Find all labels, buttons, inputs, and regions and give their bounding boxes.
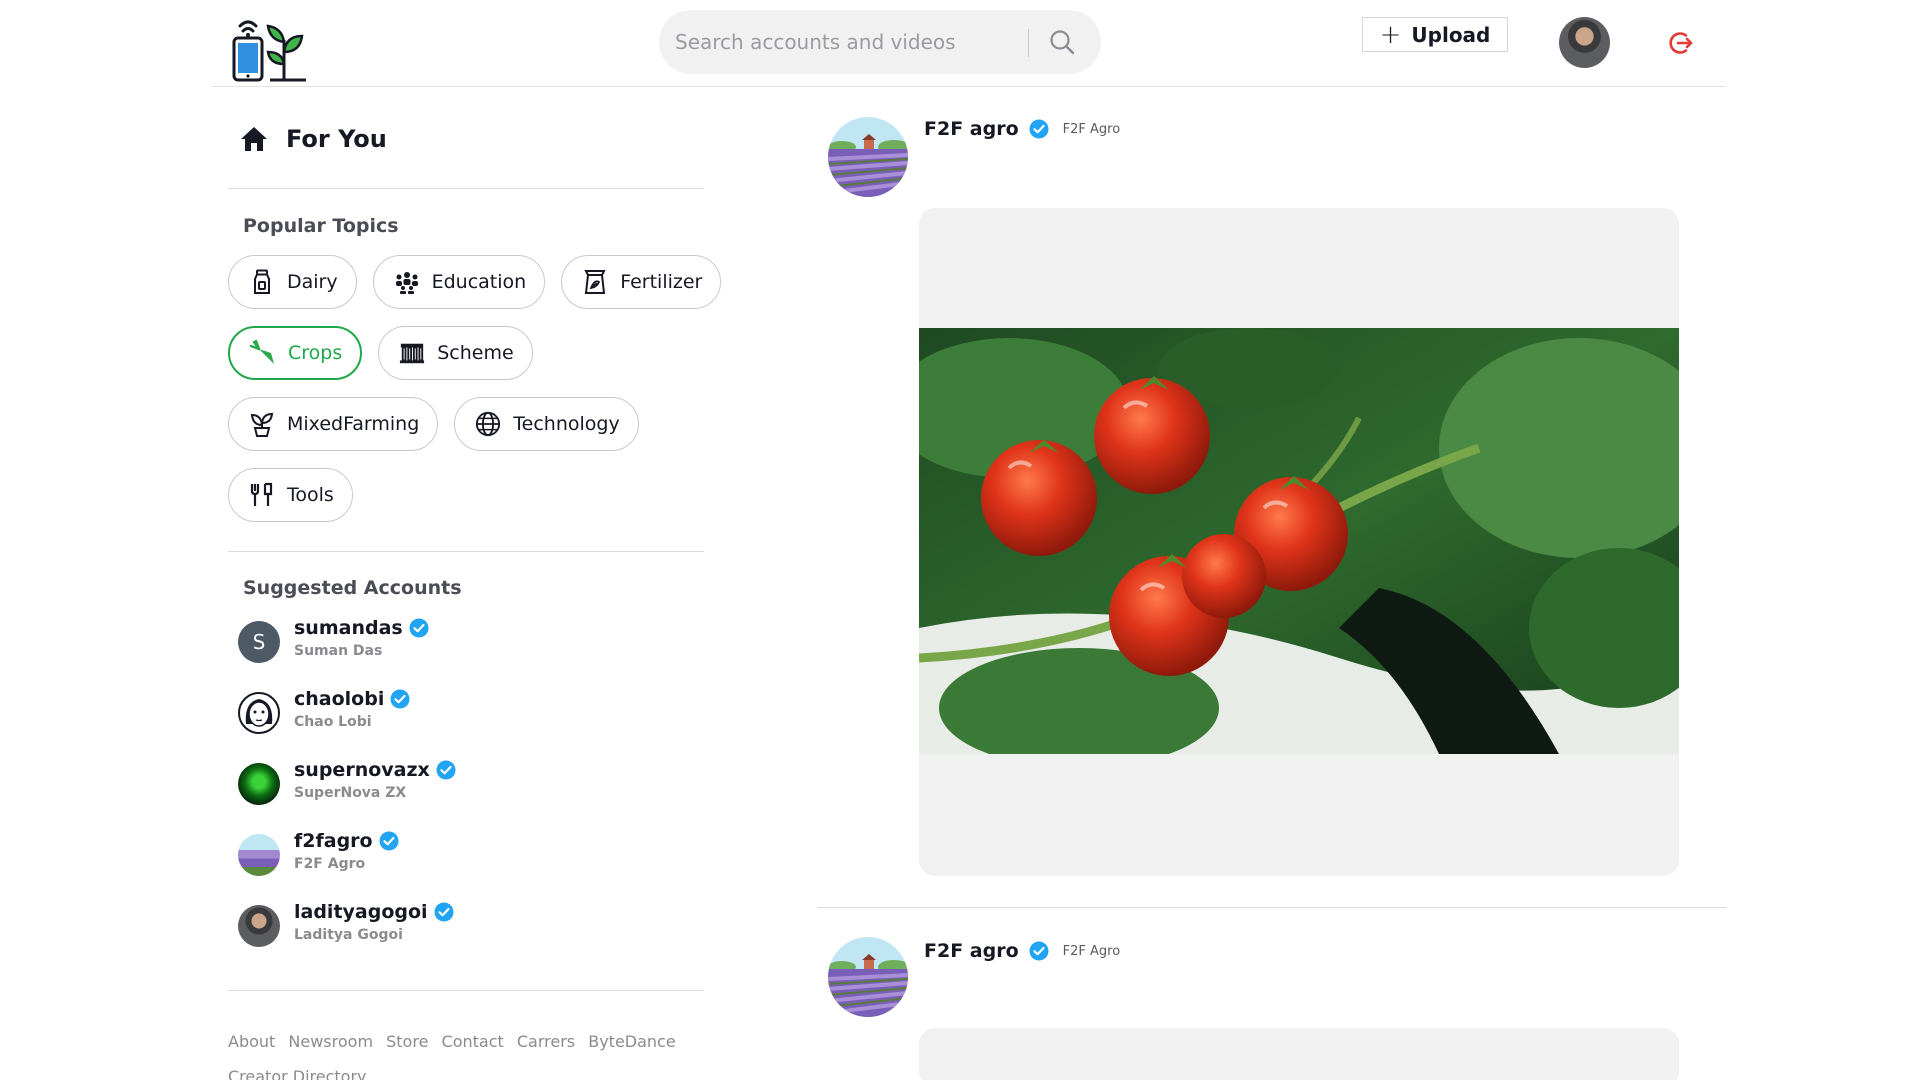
- search-icon[interactable]: [1044, 24, 1080, 60]
- account-fullname: Laditya Gogoi: [294, 927, 403, 943]
- post-divider: [818, 907, 1726, 908]
- carrot-icon: [250, 340, 276, 366]
- avatar: [238, 834, 280, 876]
- suggested-accounts-title: Suggested Accounts: [243, 577, 462, 599]
- account-username: sumandas: [294, 617, 403, 639]
- footer-link-contact[interactable]: Contact: [442, 1032, 504, 1051]
- verified-badge-icon: [409, 618, 429, 638]
- topic-label: Technology: [513, 413, 620, 435]
- plus-icon: +: [1379, 19, 1402, 50]
- post-fullname: F2F Agro: [1062, 943, 1121, 959]
- video-player[interactable]: [919, 1028, 1679, 1080]
- video-feed: F2F agro F2F Agro F2F agro F2F Agro: [818, 87, 1726, 1080]
- topic-label: Fertilizer: [620, 271, 703, 293]
- suggested-account[interactable]: chaolobi Chao Lobi: [238, 688, 698, 759]
- topic-label: Crops: [288, 342, 343, 364]
- verified-badge-icon: [390, 689, 410, 709]
- footer-link-bytedance[interactable]: ByteDance: [588, 1032, 675, 1051]
- upload-button[interactable]: + Upload: [1362, 17, 1508, 52]
- home-icon: [241, 127, 267, 151]
- suggested-account[interactable]: f2fagro F2F Agro: [238, 830, 698, 901]
- verified-badge-icon: [436, 760, 456, 780]
- post-author-avatar[interactable]: [828, 937, 908, 1017]
- sidebar: For You Popular Topics Dairy Education F…: [228, 87, 722, 1080]
- search-input[interactable]: [675, 10, 1020, 74]
- post-author-avatar[interactable]: [828, 117, 908, 197]
- topic-chip-education[interactable]: Education: [372, 255, 546, 309]
- video-player[interactable]: [919, 208, 1679, 876]
- avatar: [238, 905, 280, 947]
- account-username: f2fagro: [294, 830, 373, 852]
- sidebar-divider: [228, 188, 704, 189]
- suggested-account[interactable]: supernovazx SuperNova ZX: [238, 759, 698, 830]
- account-username: supernovazx: [294, 759, 430, 781]
- for-you-nav[interactable]: For You: [240, 117, 387, 161]
- topic-chip-crops[interactable]: Crops: [228, 326, 363, 380]
- topic-label: Education: [431, 271, 527, 293]
- group-people-icon: [394, 269, 420, 295]
- verified-badge-icon: [379, 831, 399, 851]
- verified-badge-icon: [1029, 941, 1049, 961]
- footer-link-newsroom[interactable]: Newsroom: [288, 1032, 373, 1051]
- sidebar-divider: [228, 551, 704, 552]
- topics-list: Dairy Education Fertilizer Crops Scheme: [228, 255, 722, 539]
- topic-chip-dairy[interactable]: Dairy: [228, 255, 357, 309]
- tools-icon: [249, 482, 275, 508]
- topic-label: Scheme: [437, 342, 514, 364]
- suggested-account[interactable]: ladityagogoi Laditya Gogoi: [238, 901, 698, 972]
- footer-link-creator-directory[interactable]: Creator Directory: [228, 1067, 367, 1080]
- search-divider: [1028, 29, 1029, 57]
- popular-topics-title: Popular Topics: [243, 215, 399, 237]
- topic-chip-tools[interactable]: Tools: [228, 468, 353, 522]
- topic-chip-fertilizer[interactable]: Fertilizer: [561, 255, 722, 309]
- account-username: ladityagogoi: [294, 901, 428, 923]
- top-header: + Upload: [212, 0, 1726, 87]
- account-fullname: F2F Agro: [294, 856, 366, 872]
- avatar: S: [238, 621, 280, 663]
- logout-icon[interactable]: [1667, 29, 1695, 57]
- globe-icon: [475, 411, 501, 437]
- post-username[interactable]: F2F agro: [924, 940, 1019, 962]
- post-author: F2F agro F2F Agro: [924, 118, 1120, 140]
- for-you-label: For You: [286, 125, 387, 153]
- verified-badge-icon: [434, 902, 454, 922]
- topic-chip-scheme[interactable]: Scheme: [378, 326, 533, 380]
- topic-label: Dairy: [287, 271, 338, 293]
- avatar: [238, 763, 280, 805]
- upload-label: Upload: [1411, 22, 1491, 47]
- topic-label: MixedFarming: [287, 413, 420, 435]
- government-building-icon: [399, 340, 425, 366]
- suggested-account[interactable]: S sumandas Suman Das: [238, 617, 698, 688]
- account-fullname: Chao Lobi: [294, 714, 372, 730]
- milk-bottle-icon: [249, 269, 275, 295]
- plant-pot-icon: [249, 411, 275, 437]
- cherry-tomatoes-video: [919, 328, 1679, 754]
- footer-link-store[interactable]: Store: [386, 1032, 428, 1051]
- search-bar: [659, 10, 1101, 74]
- footer-link-about[interactable]: About: [228, 1032, 275, 1051]
- suggested-accounts-list: S sumandas Suman Das chaolobi Chao Lobi …: [238, 617, 698, 972]
- footer-links: About Newsroom Store Contact Carrers Byt…: [228, 1024, 704, 1080]
- account-fullname: Suman Das: [294, 643, 383, 659]
- fertilizer-bag-icon: [582, 269, 608, 295]
- avatar: [238, 692, 280, 734]
- post-username[interactable]: F2F agro: [924, 118, 1019, 140]
- topic-chip-mixedfarming[interactable]: MixedFarming: [228, 397, 439, 451]
- topic-label: Tools: [287, 484, 334, 506]
- post-author: F2F agro F2F Agro: [924, 940, 1120, 962]
- account-fullname: SuperNova ZX: [294, 785, 407, 801]
- profile-avatar[interactable]: [1559, 17, 1610, 68]
- footer-link-carrers[interactable]: Carrers: [517, 1032, 575, 1051]
- phone-sprout-logo-icon[interactable]: [230, 12, 310, 84]
- sidebar-divider: [228, 990, 704, 991]
- verified-badge-icon: [1029, 119, 1049, 139]
- account-username: chaolobi: [294, 688, 385, 710]
- post-fullname: F2F Agro: [1062, 121, 1121, 137]
- topic-chip-technology[interactable]: Technology: [454, 397, 639, 451]
